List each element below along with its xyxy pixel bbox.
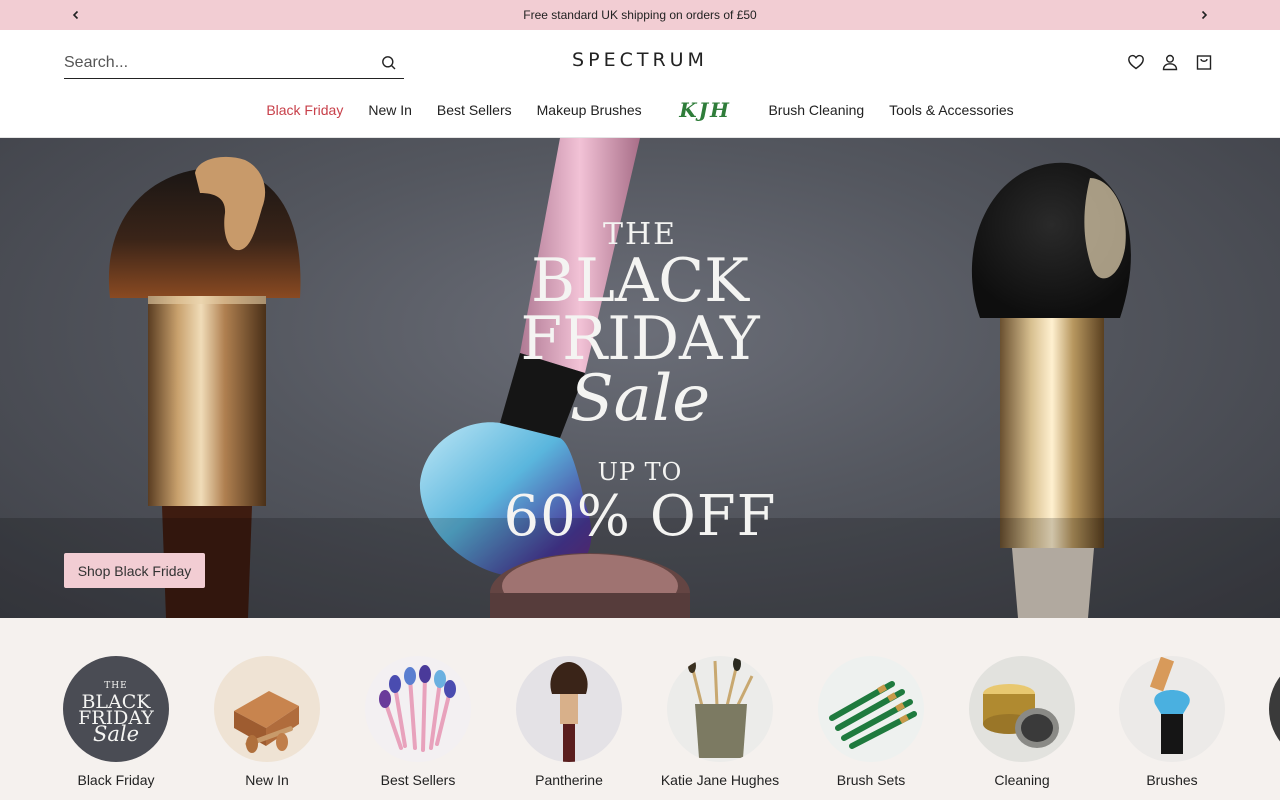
chevron-right-icon xyxy=(1201,10,1208,20)
category-image xyxy=(365,656,471,762)
category-new-in[interactable]: New In xyxy=(207,656,327,788)
category-image xyxy=(969,656,1075,762)
category-black-friday[interactable]: THE BLACK FRIDAY Sale Black Friday xyxy=(56,656,176,788)
category-pantherine[interactable]: Pantherine xyxy=(509,656,629,788)
hero-line-up-to: UP TO xyxy=(597,458,683,486)
category-label: Black Friday xyxy=(77,772,155,788)
nav-item-new-in[interactable]: New In xyxy=(356,97,425,123)
announcement-prev-button[interactable] xyxy=(61,0,91,30)
hero-banner[interactable]: THE BLACK FRIDAY Sale UP TO 60% OFF Shop… xyxy=(0,138,1280,618)
green-brush-set-icon xyxy=(829,681,917,749)
search-bar xyxy=(64,47,404,79)
brush-fan-icon xyxy=(379,665,456,752)
hero-line-discount: 60% OFF xyxy=(503,484,777,549)
category-label: Cleaning xyxy=(994,772,1050,788)
announcement-bar: Free standard UK shipping on orders of £… xyxy=(0,0,1280,30)
category-image xyxy=(1269,656,1280,762)
single-brush-icon xyxy=(550,662,588,762)
nav-item-black-friday[interactable]: Black Friday xyxy=(254,97,356,123)
blue-brush-icon xyxy=(1149,656,1190,754)
announcement-next-button[interactable] xyxy=(1189,0,1219,30)
category-next-partial[interactable] xyxy=(1262,656,1280,762)
cleaning-tins-icon xyxy=(983,684,1059,748)
hero-line-black: BLACK xyxy=(531,246,749,316)
nav-item-makeup-brushes[interactable]: Makeup Brushes xyxy=(524,97,654,123)
search-icon xyxy=(382,55,396,69)
nav-item-tools-accessories[interactable]: Tools & Accessories xyxy=(877,97,1027,123)
announcement-text: Free standard UK shipping on orders of £… xyxy=(523,8,757,22)
category-image xyxy=(667,656,773,762)
category-brush-sets[interactable]: Brush Sets xyxy=(811,656,931,788)
nav-item-kjh-logo[interactable]: KJH xyxy=(654,97,756,123)
search-button[interactable] xyxy=(374,48,404,78)
account-button[interactable] xyxy=(1156,48,1184,76)
hero-line-sale: Sale xyxy=(569,362,711,436)
cart-button[interactable] xyxy=(1190,48,1218,76)
category-label: Best Sellers xyxy=(380,772,456,788)
shop-black-friday-button[interactable]: Shop Black Friday xyxy=(64,553,205,588)
header-icons xyxy=(1122,48,1218,76)
category-image xyxy=(818,656,924,762)
main-nav: Black Friday New In Best Sellers Makeup … xyxy=(0,97,1280,123)
new-in-products-icon xyxy=(234,691,299,753)
search-input[interactable] xyxy=(64,47,374,78)
category-image xyxy=(1119,656,1225,762)
category-image xyxy=(214,656,320,762)
category-label: Pantherine xyxy=(535,772,603,788)
brush-cup-icon xyxy=(688,657,754,758)
category-label: New In xyxy=(245,772,289,788)
user-icon xyxy=(1162,54,1178,71)
category-label: Brushes xyxy=(1146,772,1198,788)
category-best-sellers[interactable]: Best Sellers xyxy=(358,656,478,788)
category-image: THE BLACK FRIDAY Sale xyxy=(63,656,169,762)
heart-icon xyxy=(1128,54,1144,70)
wishlist-button[interactable] xyxy=(1122,48,1150,76)
nav-item-brush-cleaning[interactable]: Brush Cleaning xyxy=(756,97,877,123)
site-header: SPECTRUM Black Friday New In Best Seller… xyxy=(0,30,1280,138)
site-logo[interactable]: SPECTRUM xyxy=(540,49,740,71)
nav-item-best-sellers[interactable]: Best Sellers xyxy=(424,97,524,123)
chevron-left-icon xyxy=(72,10,79,20)
category-katie-jane-hughes[interactable]: Katie Jane Hughes xyxy=(660,656,780,788)
bag-icon xyxy=(1196,55,1212,70)
hero-headline: THE BLACK FRIDAY Sale UP TO 60% OFF xyxy=(440,218,840,548)
category-label: Brush Sets xyxy=(836,772,906,788)
category-label: Katie Jane Hughes xyxy=(660,772,780,788)
category-image xyxy=(516,656,622,762)
category-brushes[interactable]: Brushes xyxy=(1112,656,1232,788)
hero-line-friday: FRIDAY xyxy=(520,304,760,374)
category-carousel: THE BLACK FRIDAY Sale Black Friday New I… xyxy=(0,618,1280,800)
category-cleaning[interactable]: Cleaning xyxy=(962,656,1082,788)
